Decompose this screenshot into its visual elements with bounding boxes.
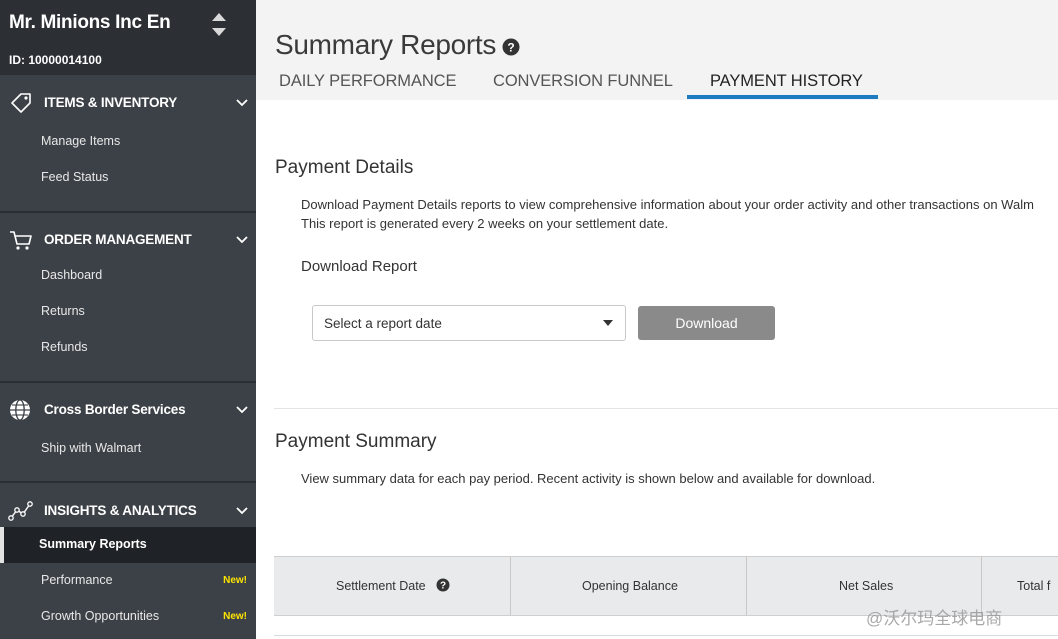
payment-details-description: Download Payment Details reports to view… <box>301 197 1034 212</box>
page-title: Summary Reports <box>275 29 497 60</box>
column-header-label: Settlement Date <box>336 579 426 593</box>
sidebar-item-label: Dashboard <box>41 268 103 282</box>
sidebar-item-label: Summary Reports <box>39 537 147 551</box>
payment-details-schedule: This report is generated every 2 weeks o… <box>301 216 669 231</box>
account-header[interactable]: Mr. Minions Inc En ID: 10000014100 <box>0 0 256 75</box>
sidebar-item-label: Ship with Walmart <box>41 441 142 455</box>
sidebar-item-refunds[interactable]: Refunds <box>0 330 256 366</box>
section-title: INSIGHTS & ANALYTICS <box>44 503 197 518</box>
watermark: @沃尔玛全球电商 <box>866 609 1003 628</box>
account-id: ID: 10000014100 <box>9 53 102 67</box>
sidebar-item-performance[interactable]: Performance New! <box>0 563 256 599</box>
page-header: Summary Reports ? DAILY PERFORMANCE CONV… <box>256 0 1058 100</box>
sidebar-item-label: Performance <box>41 573 113 587</box>
sidebar-item-label: Feed Status <box>41 170 109 184</box>
chevron-down-icon[interactable] <box>236 235 248 244</box>
cart-icon <box>10 231 32 250</box>
account-name: Mr. Minions Inc En <box>9 12 171 33</box>
tab-daily-performance[interactable]: DAILY PERFORMANCE <box>279 72 457 91</box>
sidebar-item-summary-reports[interactable]: Summary Reports <box>0 527 256 563</box>
help-icon[interactable]: ? <box>436 578 450 592</box>
sidebar-item-ship-with-walmart[interactable]: Ship with Walmart <box>0 431 256 467</box>
sidebar-item-label: Manage Items <box>41 134 121 148</box>
sidebar-item-dashboard[interactable]: Dashboard <box>0 258 256 294</box>
payment-summary-description: View summary data for each pay period. R… <box>301 471 876 486</box>
sidebar: Mr. Minions Inc En ID: 10000014100 ITEMS… <box>0 0 256 639</box>
column-header-label: Net Sales <box>839 579 894 593</box>
column-header-label: Opening Balance <box>582 579 678 593</box>
sidebar-item-label: Refunds <box>41 340 88 354</box>
payment-summary-title: Payment Summary <box>275 431 437 452</box>
analytics-icon <box>8 501 33 521</box>
sidebar-divider <box>0 481 256 483</box>
caret-down-icon <box>603 320 613 326</box>
column-header-opening-balance[interactable]: Opening Balance <box>511 557 746 615</box>
report-date-select[interactable]: Select a report date <box>312 305 626 341</box>
report-date-select-value: Select a report date <box>324 316 442 331</box>
section-cross-border-services[interactable]: Cross Border Services <box>0 390 256 430</box>
new-badge: New! <box>223 611 247 622</box>
sidebar-item-growth-opportunities[interactable]: Growth Opportunities New! <box>0 599 256 635</box>
active-tab-indicator <box>687 95 878 99</box>
tab-payment-history[interactable]: PAYMENT HISTORY <box>710 72 863 91</box>
column-header-label: Total f <box>1017 579 1051 593</box>
table-row <box>274 635 1058 636</box>
section-title: ITEMS & INVENTORY <box>44 95 178 110</box>
account-switch-icon[interactable] <box>210 12 228 38</box>
new-badge: New! <box>223 575 247 586</box>
svg-text:?: ? <box>440 581 446 592</box>
section-items-inventory[interactable]: ITEMS & INVENTORY <box>0 83 256 123</box>
section-order-management[interactable]: ORDER MANAGEMENT <box>0 220 256 260</box>
section-title: Cross Border Services <box>44 402 186 417</box>
payment-details-title: Payment Details <box>275 157 414 178</box>
section-insights-analytics[interactable]: INSIGHTS & ANALYTICS <box>0 491 256 531</box>
download-button[interactable]: Download <box>638 306 775 340</box>
sidebar-item-label: Returns <box>41 304 85 318</box>
column-header-settlement-date[interactable]: Settlement Date ? <box>274 557 510 615</box>
section-divider <box>274 408 1058 409</box>
sidebar-item-returns[interactable]: Returns <box>0 294 256 330</box>
help-icon[interactable]: ? <box>502 38 520 56</box>
section-title: ORDER MANAGEMENT <box>44 232 192 247</box>
sidebar-item-manage-items[interactable]: Manage Items <box>0 124 256 160</box>
download-report-label: Download Report <box>301 258 417 275</box>
sidebar-divider <box>0 211 256 213</box>
tag-icon <box>11 93 31 113</box>
svg-text:?: ? <box>507 41 514 55</box>
tab-conversion-funnel[interactable]: CONVERSION FUNNEL <box>493 72 673 91</box>
sidebar-item-feed-status[interactable]: Feed Status <box>0 160 256 196</box>
sidebar-item-label: Growth Opportunities <box>41 609 160 623</box>
chevron-down-icon[interactable] <box>236 506 248 515</box>
globe-icon <box>10 399 30 421</box>
chevron-down-icon[interactable] <box>236 405 248 414</box>
chevron-down-icon[interactable] <box>236 98 248 107</box>
sidebar-divider <box>0 381 256 383</box>
